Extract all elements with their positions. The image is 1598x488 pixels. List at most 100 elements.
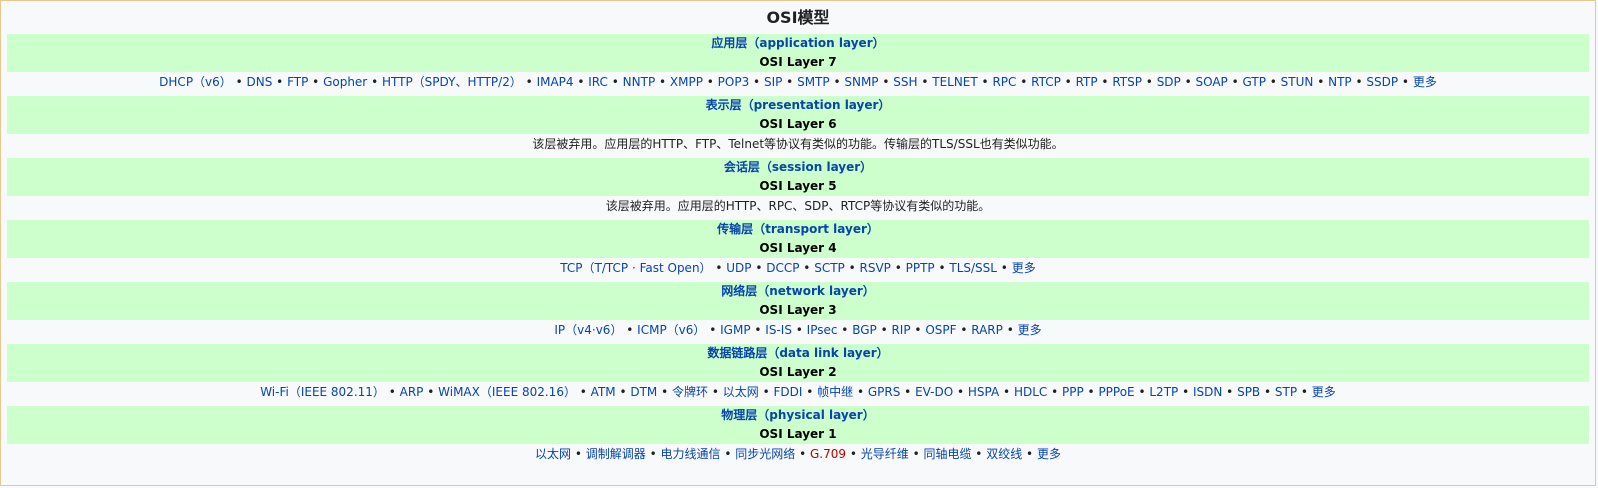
- protocol-link[interactable]: PPPoE: [1098, 385, 1134, 399]
- protocol-link[interactable]: 以太网: [723, 385, 759, 399]
- protocol-link[interactable]: Gopher: [323, 75, 367, 89]
- protocol-link[interactable]: HTTP（SPDY、HTTP/2）: [382, 75, 522, 89]
- protocol-link[interactable]: PPP: [1062, 385, 1084, 399]
- protocol-link[interactable]: 电力线通信: [661, 447, 721, 461]
- protocol-link[interactable]: ATM: [591, 385, 616, 399]
- protocol-link[interactable]: DTM: [630, 385, 657, 399]
- bullet-separator: •: [996, 261, 1012, 275]
- protocol-link[interactable]: 帧中继: [817, 385, 853, 399]
- layer-group: 传输层（transport layer） OSI Layer 4 TCP（T/TCP…: [7, 220, 1589, 281]
- protocol-link[interactable]: 光导纤维: [861, 447, 909, 461]
- layer-name-link[interactable]: 传输层（transport layer）: [7, 220, 1589, 239]
- protocol-link[interactable]: Wi-Fi（IEEE 802.11）: [260, 385, 385, 399]
- protocol-link[interactable]: IMAP4: [537, 75, 574, 89]
- protocol-list: IP（v4·v6） • ICMP（v6） • IGMP • IS-IS • IP…: [7, 320, 1589, 343]
- protocol-link[interactable]: RTCP: [1031, 75, 1061, 89]
- protocol-link[interactable]: ARP: [400, 385, 424, 399]
- bullet-separator: •: [791, 323, 807, 337]
- protocol-link[interactable]: 双绞线: [986, 447, 1022, 461]
- bullet-separator: •: [622, 323, 638, 337]
- bullet-separator: •: [999, 385, 1014, 399]
- bullet-separator: •: [423, 385, 439, 399]
- protocol-link[interactable]: TCP（T/TCP · Fast Open）: [560, 261, 711, 275]
- protocol-link[interactable]: SCTP: [814, 261, 845, 275]
- protocol-link[interactable]: HDLC: [1014, 385, 1047, 399]
- bullet-separator: •: [575, 385, 591, 399]
- protocol-link[interactable]: 同步光网络: [735, 447, 795, 461]
- protocol-link[interactable]: FDDI: [773, 385, 802, 399]
- bullet-separator: •: [1016, 75, 1032, 89]
- protocol-link[interactable]: ICMP（v6）: [637, 323, 705, 337]
- protocol-link[interactable]: BGP: [852, 323, 877, 337]
- protocol-link[interactable]: 令牌环: [672, 385, 708, 399]
- protocol-link[interactable]: HSPA: [968, 385, 999, 399]
- protocol-link[interactable]: STUN: [1281, 75, 1314, 89]
- protocol-link[interactable]: ISDN: [1193, 385, 1222, 399]
- protocol-link[interactable]: GPRS: [868, 385, 901, 399]
- bullet-separator: •: [1134, 385, 1150, 399]
- protocol-link[interactable]: RPC: [992, 75, 1016, 89]
- layer-name-link[interactable]: 会话层（session layer）: [7, 158, 1589, 177]
- bullet-separator: •: [1083, 385, 1099, 399]
- protocol-link[interactable]: NTP: [1328, 75, 1352, 89]
- protocol-link[interactable]: TLS/SSL: [949, 261, 997, 275]
- protocol-link[interactable]: RIP: [891, 323, 910, 337]
- bullet-separator: •: [711, 261, 727, 275]
- layer-name-link[interactable]: 应用层（application layer）: [7, 34, 1589, 53]
- protocol-link[interactable]: IP（v4·v6）: [554, 323, 622, 337]
- protocol-link[interactable]: SPB: [1237, 385, 1260, 399]
- protocol-link[interactable]: G.709: [810, 447, 846, 461]
- bullet-separator: •: [1351, 75, 1367, 89]
- more-link[interactable]: 更多: [1312, 385, 1336, 399]
- protocol-link[interactable]: GTP: [1243, 75, 1266, 89]
- protocol-link[interactable]: SSDP: [1366, 75, 1398, 89]
- protocol-link[interactable]: SNMP: [844, 75, 878, 89]
- protocol-link[interactable]: OSPF: [925, 323, 956, 337]
- protocol-link[interactable]: RTSP: [1112, 75, 1142, 89]
- more-link[interactable]: 更多: [1413, 75, 1437, 89]
- protocol-link[interactable]: WiMAX（IEEE 802.16）: [438, 385, 576, 399]
- layer-name-link[interactable]: 网络层（network layer）: [7, 282, 1589, 301]
- protocol-link[interactable]: XMPP: [670, 75, 703, 89]
- protocol-link[interactable]: 同轴电缆: [923, 447, 971, 461]
- protocol-link[interactable]: PPTP: [906, 261, 935, 275]
- more-link[interactable]: 更多: [1018, 323, 1042, 337]
- layer-number: OSI Layer 4: [759, 241, 837, 255]
- protocol-link[interactable]: STP: [1275, 385, 1297, 399]
- bullet-separator: •: [367, 75, 382, 89]
- protocol-link[interactable]: IGMP: [720, 323, 750, 337]
- protocol-link[interactable]: L2TP: [1149, 385, 1178, 399]
- layer-header: 应用层（application layer） OSI Layer 7: [7, 34, 1589, 72]
- layer-name-link[interactable]: 物理层（physical layer）: [7, 406, 1589, 425]
- protocol-link[interactable]: RARP: [971, 323, 1003, 337]
- layer-name-link[interactable]: 表示层（presentation layer）: [7, 96, 1589, 115]
- protocol-link[interactable]: SIP: [764, 75, 782, 89]
- protocol-link[interactable]: SOAP: [1196, 75, 1228, 89]
- protocol-link[interactable]: DHCP（v6）: [159, 75, 232, 89]
- protocol-link[interactable]: IPsec: [807, 323, 838, 337]
- protocol-link[interactable]: SMTP: [797, 75, 830, 89]
- bullet-separator: •: [573, 75, 589, 89]
- protocol-link[interactable]: RTP: [1076, 75, 1098, 89]
- protocol-link[interactable]: POP3: [718, 75, 750, 89]
- more-link[interactable]: 更多: [1012, 261, 1036, 275]
- protocol-link[interactable]: DCCP: [766, 261, 799, 275]
- protocol-link[interactable]: DNS: [247, 75, 273, 89]
- layer-name-link[interactable]: 数据链路层（data link layer）: [7, 344, 1589, 363]
- protocol-link[interactable]: IS-IS: [765, 323, 792, 337]
- protocol-link[interactable]: RSVP: [859, 261, 890, 275]
- navbox-title: OSI模型: [766, 8, 830, 27]
- more-link[interactable]: 更多: [1037, 447, 1061, 461]
- protocol-link[interactable]: IRC: [588, 75, 608, 89]
- protocol-link[interactable]: 调制解调器: [586, 447, 646, 461]
- bullet-separator: •: [521, 75, 537, 89]
- protocol-link[interactable]: TELNET: [932, 75, 978, 89]
- protocol-link[interactable]: FTP: [287, 75, 308, 89]
- protocol-link[interactable]: SDP: [1157, 75, 1181, 89]
- protocol-link[interactable]: SSH: [893, 75, 917, 89]
- protocol-link[interactable]: EV-DO: [915, 385, 953, 399]
- protocol-link[interactable]: NNTP: [623, 75, 656, 89]
- protocol-link[interactable]: 以太网: [535, 447, 571, 461]
- protocol-link[interactable]: UDP: [726, 261, 751, 275]
- layer-group: 物理层（physical layer） OSI Layer 1 以太网 • 调制解调…: [7, 406, 1589, 467]
